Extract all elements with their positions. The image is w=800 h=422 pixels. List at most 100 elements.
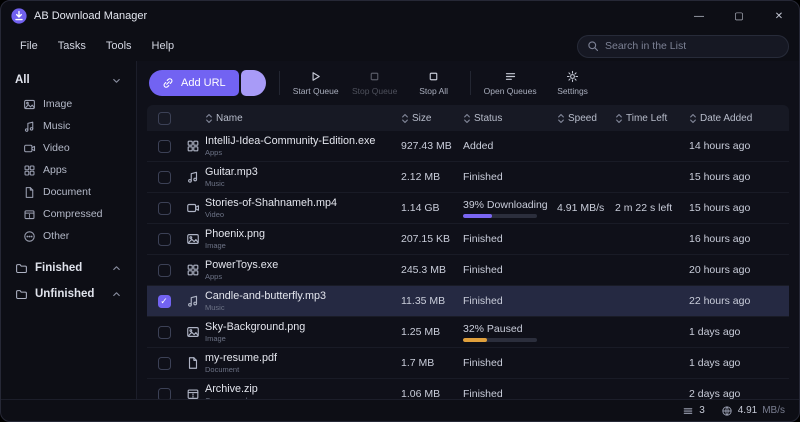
- column-header-name[interactable]: Name: [205, 113, 401, 124]
- image-icon: [181, 325, 205, 339]
- stop-queue-button[interactable]: Stop Queue: [352, 70, 398, 96]
- other-icon: [23, 230, 36, 243]
- sidebar-item-other[interactable]: Other: [9, 225, 128, 247]
- search-input[interactable]: [605, 40, 779, 52]
- file-type-label: Image: [205, 241, 393, 250]
- file-name-cell: IntelliJ-Idea-Community-Edition.exe Apps: [205, 135, 401, 157]
- image-icon: [23, 98, 36, 111]
- row-checkbox[interactable]: [147, 264, 181, 277]
- row-checkbox[interactable]: [147, 171, 181, 184]
- select-all-checkbox[interactable]: [147, 112, 181, 125]
- music-icon: [181, 170, 205, 184]
- file-status: Finished: [463, 171, 557, 183]
- apps-icon: [181, 139, 205, 153]
- file-date-added: 22 hours ago: [689, 295, 789, 307]
- compressed-icon: [181, 387, 205, 399]
- sidebar-item-document[interactable]: Document: [9, 181, 128, 203]
- file-status-cell: Finished: [463, 233, 557, 245]
- queues-icon: [504, 70, 517, 83]
- video-icon: [181, 201, 205, 215]
- file-status-cell: Finished: [463, 171, 557, 183]
- file-name: Candle-and-butterfly.mp3: [205, 290, 393, 303]
- sidebar-item-image[interactable]: Image: [9, 93, 128, 115]
- table-row[interactable]: PowerToys.exe Apps 245.3 MB Finished 20 …: [147, 255, 789, 286]
- file-name-cell: PowerToys.exe Apps: [205, 259, 401, 281]
- file-size: 245.3 MB: [401, 264, 463, 276]
- table-row[interactable]: my-resume.pdf Document 1.7 MB Finished 1…: [147, 348, 789, 379]
- file-name: Sky-Background.png: [205, 321, 393, 334]
- column-header-status[interactable]: Status: [463, 113, 557, 124]
- row-checkbox[interactable]: [147, 326, 181, 339]
- sidebar-item-music[interactable]: Music: [9, 115, 128, 137]
- table-row[interactable]: Archive.zip Compressed 1.06 MB Finished …: [147, 379, 789, 399]
- file-date-added: 15 hours ago: [689, 202, 789, 214]
- table-header-row: Name Size Status Speed: [147, 105, 789, 131]
- file-name-cell: Sky-Background.png Image: [205, 321, 401, 343]
- table-row[interactable]: Phoenix.png Image 207.15 KB Finished 16 …: [147, 224, 789, 255]
- stop-all-button[interactable]: Stop All: [411, 70, 457, 96]
- open-queues-label: Open Queues: [484, 86, 537, 96]
- file-date-added: 1 days ago: [689, 326, 789, 338]
- file-name: Stories-of-Shahnameh.mp4: [205, 197, 393, 210]
- table-row[interactable]: Sky-Background.png Image 1.25 MB 32% Pau…: [147, 317, 789, 348]
- open-queues-button[interactable]: Open Queues: [484, 70, 537, 96]
- table-row[interactable]: Stories-of-Shahnameh.mp4 Video 1.14 GB 3…: [147, 193, 789, 224]
- sidebar-group-finished[interactable]: Finished: [9, 255, 128, 281]
- row-checkbox[interactable]: [147, 357, 181, 370]
- video-icon: [23, 142, 36, 155]
- row-checkbox[interactable]: [147, 233, 181, 246]
- sidebar-item-compressed[interactable]: Compressed: [9, 203, 128, 225]
- table-row[interactable]: Candle-and-butterfly.mp3 Music 11.35 MB …: [147, 286, 789, 317]
- row-checkbox[interactable]: [147, 388, 181, 400]
- chevron-up-icon: [111, 263, 122, 274]
- row-checkbox[interactable]: [147, 202, 181, 215]
- maximize-button[interactable]: ▢: [719, 1, 759, 31]
- column-header-speed[interactable]: Speed: [557, 113, 615, 124]
- table-row[interactable]: IntelliJ-Idea-Community-Edition.exe Apps…: [147, 131, 789, 162]
- toolbar-divider: [279, 71, 280, 95]
- minimize-button[interactable]: —: [679, 1, 719, 31]
- sidebar-group-unfinished[interactable]: Unfinished: [9, 281, 128, 307]
- toolbar-divider: [470, 71, 471, 95]
- column-header-time-left[interactable]: Time Left: [615, 113, 689, 124]
- table-row[interactable]: Guitar.mp3 Music 2.12 MB Finished 15 hou…: [147, 162, 789, 193]
- stop-icon: [368, 70, 381, 83]
- progress-bar: [463, 338, 537, 342]
- menu-file[interactable]: File: [11, 36, 47, 56]
- add-url-button[interactable]: Add URL: [149, 70, 239, 96]
- column-header-date-added[interactable]: Date Added: [689, 113, 789, 124]
- sidebar-group-all[interactable]: All: [9, 67, 128, 93]
- file-type-label: Apps: [205, 148, 393, 157]
- file-status: Added: [463, 140, 557, 152]
- file-size: 11.35 MB: [401, 295, 463, 307]
- file-date-added: 14 hours ago: [689, 140, 789, 152]
- menu-tasks[interactable]: Tasks: [49, 36, 95, 56]
- active-downloads-count: 3: [699, 405, 705, 416]
- menu-help[interactable]: Help: [143, 36, 184, 56]
- settings-button[interactable]: Settings: [550, 70, 596, 96]
- row-checkbox[interactable]: [147, 140, 181, 153]
- search-box[interactable]: [577, 35, 789, 58]
- global-speed-indicator[interactable]: 4.91 MB/s: [721, 405, 785, 417]
- row-checkbox[interactable]: [147, 295, 181, 308]
- sidebar-item-label: Document: [43, 186, 91, 198]
- column-header-size[interactable]: Size: [401, 113, 463, 124]
- file-name-cell: my-resume.pdf Document: [205, 352, 401, 374]
- sidebar-item-video[interactable]: Video: [9, 137, 128, 159]
- file-type-label: Music: [205, 179, 393, 188]
- sidebar-item-apps[interactable]: Apps: [9, 159, 128, 181]
- sidebar-item-label: Music: [43, 120, 70, 132]
- list-icon: [682, 405, 694, 417]
- file-name: Guitar.mp3: [205, 166, 393, 179]
- file-size: 927.43 MB: [401, 140, 463, 152]
- file-status-cell: 32% Paused: [463, 323, 557, 342]
- start-queue-button[interactable]: Start Queue: [293, 70, 339, 96]
- global-speed-unit: MB/s: [762, 405, 785, 416]
- close-button[interactable]: ✕: [759, 1, 799, 31]
- active-downloads-indicator[interactable]: 3: [682, 405, 705, 417]
- sidebar-item-label: Video: [43, 142, 70, 154]
- main-panel: Add URL Start Queue Stop Queue Stop All: [137, 61, 799, 399]
- add-url-menu-button[interactable]: [241, 70, 266, 96]
- menu-tools[interactable]: Tools: [97, 36, 141, 56]
- title-bar: AB Download Manager — ▢ ✕: [1, 1, 799, 31]
